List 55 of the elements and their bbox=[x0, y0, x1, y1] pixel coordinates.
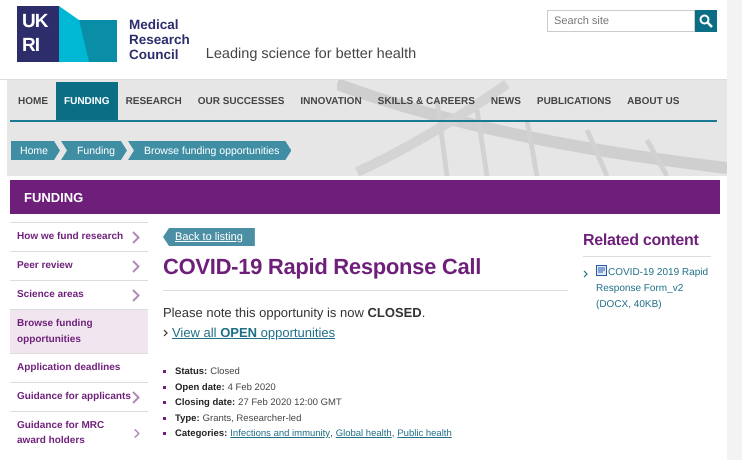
nav-tab[interactable]: FUNDING bbox=[56, 82, 118, 120]
detail-label: Type: bbox=[175, 412, 200, 426]
sidebar-item[interactable]: Peer review bbox=[10, 252, 148, 281]
detail-value: Closed bbox=[210, 365, 240, 379]
separator: , bbox=[330, 427, 333, 441]
breadcrumb-link[interactable]: Funding bbox=[61, 141, 127, 160]
nav-tab[interactable]: ABOUT US bbox=[619, 82, 688, 120]
sidebar-item[interactable]: Browse funding opportunities bbox=[10, 310, 148, 354]
nav-tab[interactable]: INNOVATION bbox=[292, 82, 370, 120]
separator: , bbox=[392, 427, 394, 441]
related-document-link[interactable]: COVID-19 2019 Rapid Response Form_v2 (DOCX, 40KB) bbox=[596, 265, 711, 313]
nav-tab[interactable]: RESEARCH bbox=[118, 82, 190, 120]
nav-tab[interactable]: OUR SUCCESSES bbox=[190, 82, 292, 120]
logo-text: UK RI bbox=[17, 6, 59, 62]
nav-tab[interactable]: NEWS bbox=[482, 82, 529, 120]
open-opportunities-link[interactable]: View all OPEN opportunities bbox=[172, 325, 336, 340]
bullet-icon bbox=[163, 386, 166, 389]
chevron-icon bbox=[163, 328, 168, 336]
search-icon bbox=[699, 14, 713, 28]
detail-label: Closing date: bbox=[175, 396, 236, 410]
search-field[interactable]: Search site bbox=[547, 10, 695, 32]
sidebar-item[interactable]: Application deadlines bbox=[10, 354, 148, 383]
nav-tab[interactable]: HOME bbox=[10, 82, 56, 120]
ukri-logo[interactable]: UK RI bbox=[17, 0, 117, 62]
page-title: COVID-19 Rapid Response Call bbox=[163, 254, 568, 291]
section-title: FUNDING bbox=[24, 190, 84, 204]
document-icon bbox=[596, 265, 607, 276]
bullet-icon bbox=[163, 432, 166, 436]
category-link[interactable]: Global health bbox=[336, 426, 392, 442]
detail-label: Open date: bbox=[175, 380, 225, 394]
chevron-icon bbox=[583, 270, 588, 278]
detail-value: 4 Feb 2020 bbox=[228, 380, 276, 394]
sidebar-item[interactable]: How we fund research bbox=[10, 223, 148, 252]
category-link[interactable]: Infections and immunity bbox=[230, 426, 330, 442]
breadcrumb-link[interactable]: Home bbox=[11, 141, 60, 160]
breadcrumb-link[interactable]: Browse funding opportunities bbox=[128, 141, 292, 160]
tagline: Leading science for better health bbox=[206, 46, 416, 62]
nav-tab[interactable]: SKILLS & CAREERS bbox=[370, 82, 483, 120]
sidebar-item[interactable]: Guidance for applicants bbox=[10, 383, 148, 412]
detail-label: Categories: bbox=[175, 427, 228, 441]
category-link[interactable]: Public health bbox=[397, 426, 452, 442]
detail-label: Status: bbox=[175, 365, 208, 379]
closed-notice: Please note this opportunity is now CLOSED. bbox=[163, 305, 426, 320]
back-link[interactable]: Back to listing bbox=[163, 228, 255, 246]
nav-tab[interactable]: PUBLICATIONS bbox=[528, 82, 620, 120]
bullet-icon bbox=[163, 370, 166, 374]
detail-value: Grants, Researcher-led bbox=[202, 412, 302, 426]
search-button[interactable] bbox=[695, 10, 717, 32]
related-title: Related content bbox=[583, 232, 711, 257]
org-name: Medical Research Council bbox=[129, 17, 190, 62]
sidebar-item[interactable]: Guidance for MRC award holders bbox=[10, 412, 148, 454]
logo-shape-icon bbox=[59, 6, 117, 62]
bullet-icon bbox=[163, 416, 166, 420]
bullet-icon bbox=[163, 401, 166, 404]
detail-value: 27 Feb 2020 12:00 GMT bbox=[238, 396, 342, 410]
